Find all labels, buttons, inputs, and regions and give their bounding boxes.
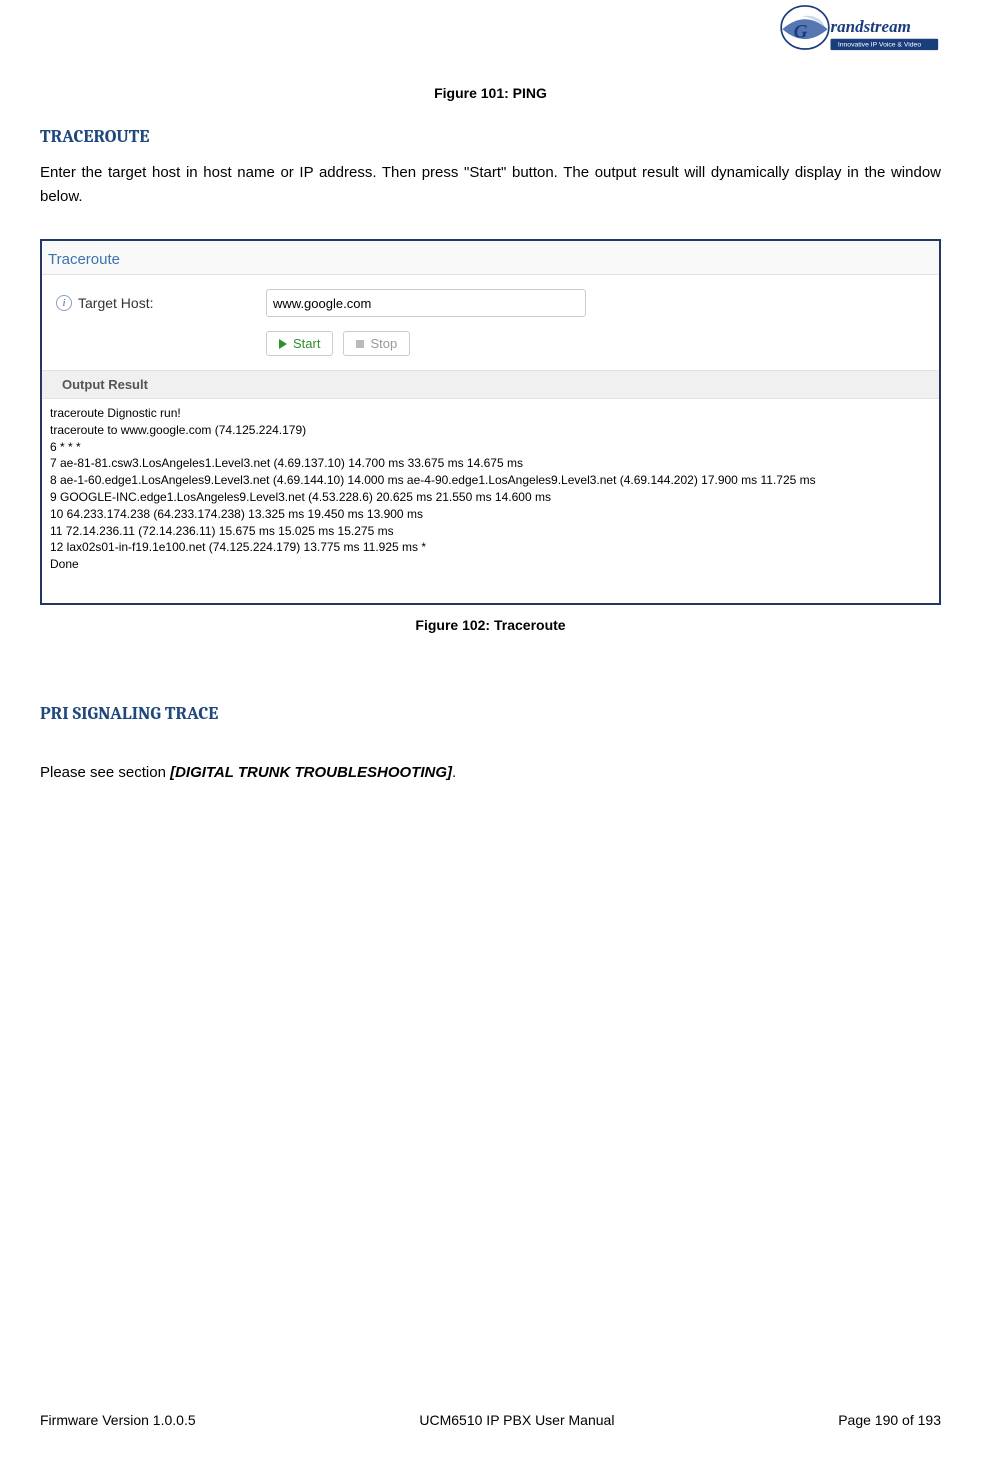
- panel-title: Traceroute: [42, 241, 939, 275]
- figure-101-caption: Figure 101: PING: [40, 85, 941, 101]
- logo-tagline: Innovative IP Voice & Video: [838, 42, 921, 49]
- target-host-input[interactable]: [266, 289, 586, 317]
- section-heading-pri: PRI SIGNALING TRACE: [40, 703, 941, 724]
- footer-firmware-version: Firmware Version 1.0.0.5: [40, 1412, 196, 1428]
- stop-icon: [356, 340, 364, 348]
- pri-description: Please see section [DIGITAL TRUNK TROUBL…: [40, 764, 941, 781]
- footer-manual-title: UCM6510 IP PBX User Manual: [419, 1412, 614, 1428]
- page-footer: Firmware Version 1.0.0.5 UCM6510 IP PBX …: [40, 1412, 941, 1428]
- document-page: G randstream Innovative IP Voice & Video…: [0, 0, 981, 1470]
- target-host-row: i Target Host:: [42, 275, 939, 325]
- section-heading-traceroute: TRACEROUTE: [40, 126, 941, 147]
- logo-brand-text: G: [794, 22, 808, 43]
- footer-page-number: Page 190 of 193: [838, 1412, 941, 1428]
- traceroute-description: Enter the target host in host name or IP…: [40, 161, 941, 209]
- pri-reference-link: [DIGITAL TRUNK TROUBLESHOOTING]: [170, 764, 452, 781]
- info-icon[interactable]: i: [56, 295, 72, 311]
- target-host-label: i Target Host:: [56, 295, 266, 311]
- pri-text-prefix: Please see section: [40, 764, 170, 781]
- stop-button-label: Stop: [370, 336, 397, 351]
- brand-logo: G randstream Innovative IP Voice & Video: [771, 2, 941, 67]
- figure-102-caption: Figure 102: Traceroute: [40, 617, 941, 633]
- pri-text-suffix: .: [452, 764, 456, 781]
- button-row: Start Stop: [42, 325, 939, 370]
- traceroute-screenshot: Traceroute i Target Host: Start Stop Out…: [40, 239, 941, 605]
- output-result-header: Output Result: [42, 370, 939, 399]
- play-icon: [279, 339, 287, 349]
- start-button[interactable]: Start: [266, 331, 333, 356]
- start-button-label: Start: [293, 336, 320, 351]
- output-result-text: traceroute Dignostic run! traceroute to …: [42, 399, 939, 603]
- logo-brand-text-2: randstream: [831, 17, 911, 36]
- target-host-label-text: Target Host:: [78, 295, 153, 311]
- stop-button[interactable]: Stop: [343, 331, 410, 356]
- grandstream-logo-icon: G randstream Innovative IP Voice & Video: [771, 2, 941, 62]
